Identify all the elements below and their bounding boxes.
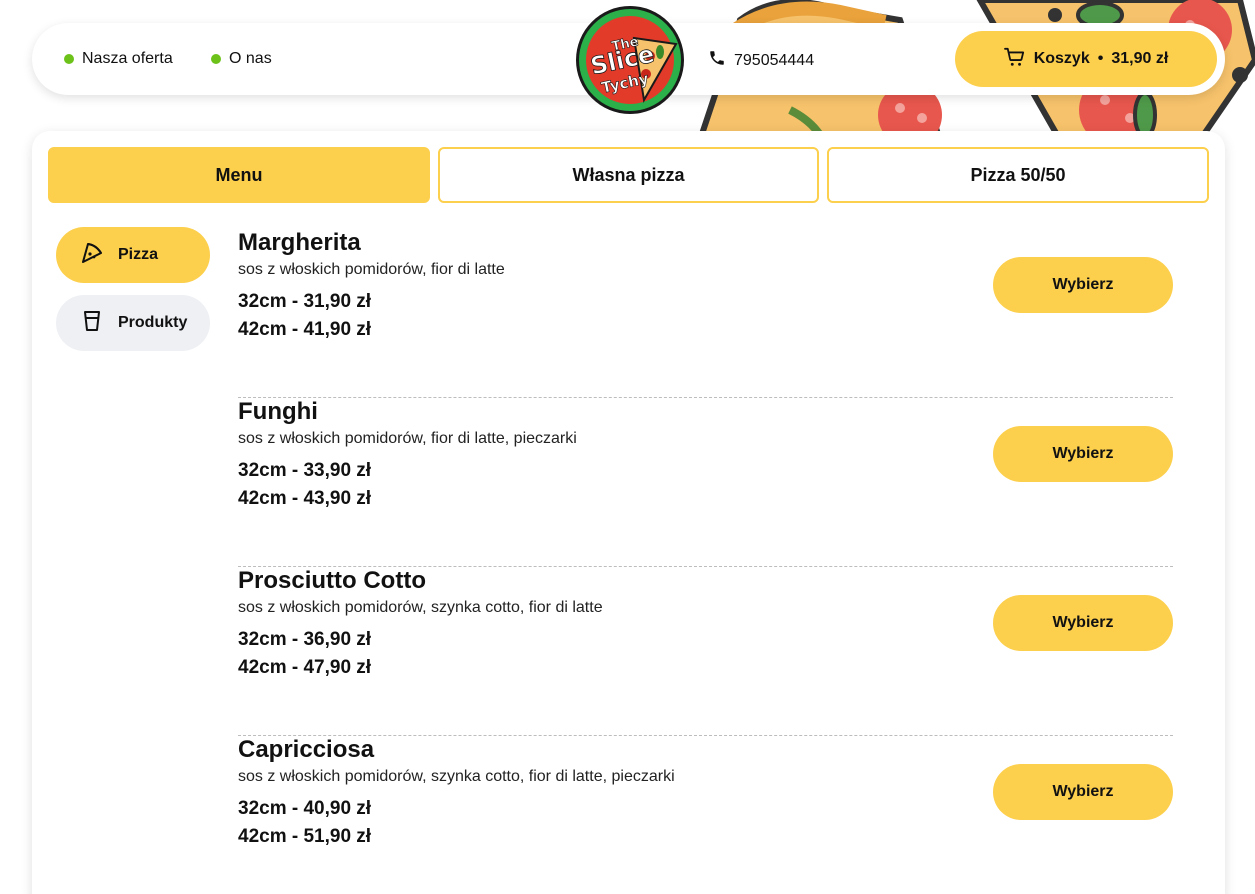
category-label: Produkty bbox=[118, 314, 188, 331]
category-pizza[interactable]: Pizza bbox=[56, 227, 210, 283]
choose-button[interactable]: Wybierz bbox=[993, 426, 1173, 482]
item-name: Margherita bbox=[238, 229, 361, 256]
phone-icon bbox=[708, 49, 726, 72]
status-dot-icon bbox=[64, 54, 74, 64]
pizza-slice-icon bbox=[80, 241, 104, 270]
item-description: sos z włoskich pomidorów, fior di latte,… bbox=[238, 430, 577, 447]
nav-link-label: Nasza oferta bbox=[82, 50, 173, 67]
menu-item: Capricciosa sos z włoskich pomidorów, sz… bbox=[238, 736, 1173, 894]
phone-number-text: 795054444 bbox=[734, 51, 815, 69]
the-slice-tychy-logo[interactable]: The Slice Tychy bbox=[574, 4, 686, 116]
item-description: sos z włoskich pomidorów, szynka cotto, … bbox=[238, 599, 603, 616]
item-price-42cm: 42cm - 41,90 zł bbox=[238, 319, 372, 340]
cart-icon bbox=[1003, 47, 1026, 72]
choose-button[interactable]: Wybierz bbox=[993, 257, 1173, 313]
menu-item: Funghi sos z włoskich pomidorów, fior di… bbox=[238, 398, 1173, 567]
item-price-32cm: 32cm - 33,90 zł bbox=[238, 460, 372, 481]
item-price-42cm: 42cm - 43,90 zł bbox=[238, 488, 372, 509]
tab-own-pizza[interactable]: Własna pizza bbox=[438, 147, 819, 203]
item-price-42cm: 42cm - 51,90 zł bbox=[238, 826, 372, 847]
nav-link-label: O nas bbox=[229, 50, 272, 67]
menu-item: Prosciutto Cotto sos z włoskich pomidoró… bbox=[238, 567, 1173, 736]
item-name: Capricciosa bbox=[238, 736, 375, 763]
nav-link-about-us[interactable]: O nas bbox=[211, 50, 272, 68]
cart-total: 31,90 zł bbox=[1111, 50, 1169, 67]
menu-card: Menu Własna pizza Pizza 50/50 Pizza Prod… bbox=[32, 131, 1225, 894]
cup-icon bbox=[80, 309, 104, 338]
cart-separator: • bbox=[1097, 50, 1104, 67]
menu-item: Margherita sos z włoskich pomidorów, fio… bbox=[238, 229, 1173, 398]
item-price-32cm: 32cm - 36,90 zł bbox=[238, 629, 372, 650]
tab-menu[interactable]: Menu bbox=[48, 147, 430, 203]
tab-pizza-half-half[interactable]: Pizza 50/50 bbox=[827, 147, 1209, 203]
status-dot-icon bbox=[211, 54, 221, 64]
cart-button[interactable]: Koszyk • 31,90 zł bbox=[955, 31, 1217, 87]
item-description: sos z włoskich pomidorów, fior di latte bbox=[238, 261, 505, 278]
choose-button[interactable]: Wybierz bbox=[993, 595, 1173, 651]
item-price-32cm: 32cm - 31,90 zł bbox=[238, 291, 372, 312]
phone-number[interactable]: 795054444 bbox=[708, 49, 814, 72]
item-description: sos z włoskich pomidorów, szynka cotto, … bbox=[238, 768, 675, 785]
item-price-42cm: 42cm - 47,90 zł bbox=[238, 657, 372, 678]
choose-button[interactable]: Wybierz bbox=[993, 764, 1173, 820]
item-price-32cm: 32cm - 40,90 zł bbox=[238, 798, 372, 819]
item-name: Prosciutto Cotto bbox=[238, 567, 426, 594]
category-products[interactable]: Produkty bbox=[56, 295, 210, 351]
nav-link-our-offer[interactable]: Nasza oferta bbox=[64, 50, 173, 68]
item-name: Funghi bbox=[238, 398, 318, 425]
cart-label: Koszyk bbox=[1033, 50, 1090, 67]
category-label: Pizza bbox=[118, 246, 159, 263]
